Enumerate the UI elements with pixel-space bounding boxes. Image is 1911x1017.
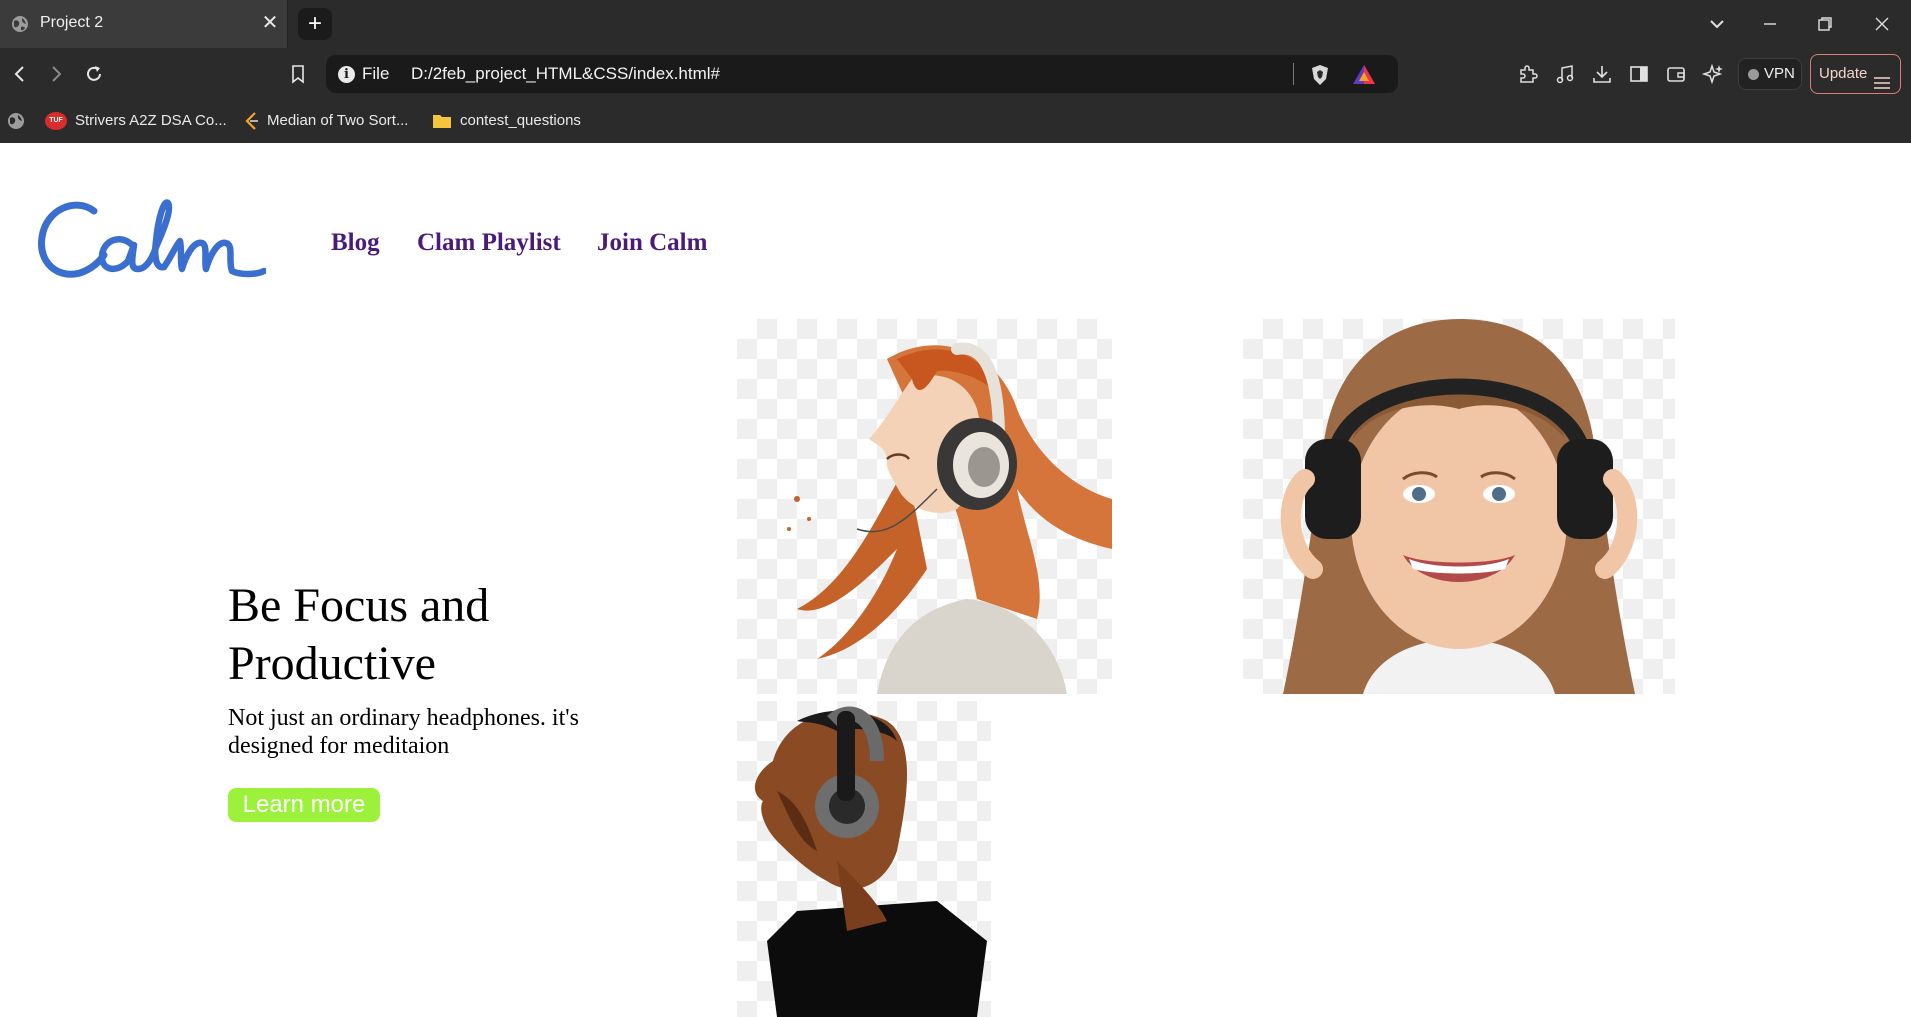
man-headphones-illustration-image: [737, 701, 991, 1017]
bookmark-icon[interactable]: [284, 60, 312, 88]
url-text[interactable]: D:/2feb_project_HTML&CSS/index.html#: [411, 64, 720, 84]
nav-link-join-calm[interactable]: Join Calm: [597, 229, 707, 257]
bookmarks-bar: TUF Strivers A2Z DSA Co... Median of Two…: [0, 100, 1911, 143]
minimize-icon[interactable]: [1750, 10, 1790, 38]
girl-headphones-illustration-image: [737, 319, 1112, 694]
vpn-button[interactable]: VPN: [1738, 58, 1802, 90]
hero-subtitle: Not just an ordinary headphones. it's de…: [228, 705, 579, 759]
folder-icon: [432, 113, 452, 129]
tab-list-chevron-icon[interactable]: [1697, 10, 1737, 38]
address-bar[interactable]: i File D:/2feb_project_HTML&CSS/index.ht…: [326, 55, 1398, 93]
hamburger-menu-icon: [1873, 67, 1891, 104]
tab-bar: Project 2 ✕ +: [0, 0, 1911, 48]
sidebar-icon[interactable]: [1625, 60, 1653, 88]
download-icon[interactable]: [1588, 60, 1616, 88]
back-icon[interactable]: [6, 60, 34, 88]
tab-close-icon[interactable]: ✕: [258, 11, 282, 35]
smiling-girl-headphones-photo: [1243, 319, 1675, 694]
nav-link-blog[interactable]: Blog: [331, 229, 380, 257]
address-divider: [1293, 63, 1294, 85]
bookmarks-globe-icon[interactable]: [7, 110, 29, 132]
update-label: Update: [1819, 65, 1868, 82]
toolbar: i File D:/2feb_project_HTML&CSS/index.ht…: [0, 48, 1911, 100]
calm-logo-script: [38, 199, 268, 278]
learn-more-button[interactable]: Learn more: [228, 788, 380, 822]
tab-title: Project 2: [40, 14, 104, 31]
leetcode-icon: [243, 111, 261, 131]
bookmark-contest-questions[interactable]: contest_questions: [432, 110, 592, 132]
vpn-status-icon: [1748, 69, 1759, 80]
nav-link-clam-playlist[interactable]: Clam Playlist: [417, 229, 561, 257]
hero-title: Be Focus and Productive: [228, 579, 490, 690]
reload-icon[interactable]: [80, 60, 108, 88]
music-icon[interactable]: [1551, 60, 1579, 88]
wallet-icon[interactable]: [1662, 60, 1690, 88]
bookmark-label: Median of Two Sort...: [267, 112, 409, 129]
leo-ai-icon[interactable]: [1699, 60, 1727, 88]
tab-project-2[interactable]: Project 2 ✕: [0, 0, 288, 48]
close-window-icon[interactable]: [1862, 10, 1902, 38]
bookmark-median[interactable]: Median of Two Sort...: [243, 110, 413, 132]
globe-icon: [11, 15, 29, 33]
bookmark-label: Strivers A2Z DSA Co...: [75, 112, 227, 129]
update-button[interactable]: Update: [1810, 54, 1901, 94]
url-scheme: File: [362, 64, 390, 83]
web-page: Blog Clam Playlist Join Calm Be Focus an…: [0, 143, 1911, 1017]
bookmark-strivers[interactable]: TUF Strivers A2Z DSA Co...: [45, 110, 227, 132]
forward-icon[interactable]: [42, 60, 70, 88]
bookmark-label: contest_questions: [460, 112, 581, 129]
restore-icon[interactable]: [1805, 10, 1845, 38]
browser-chrome: Project 2 ✕ + i File D:/2feb_project_HTM…: [0, 0, 1911, 143]
brave-shield-icon[interactable]: [1310, 64, 1330, 91]
extensions-icon[interactable]: [1514, 60, 1542, 88]
calm-logo[interactable]: [36, 189, 268, 289]
brave-rewards-icon[interactable]: [1352, 64, 1376, 91]
tuf-icon: TUF: [45, 112, 67, 130]
site-info-icon[interactable]: i: [338, 66, 355, 83]
vpn-label: VPN: [1764, 65, 1795, 82]
new-tab-button[interactable]: +: [298, 8, 332, 40]
